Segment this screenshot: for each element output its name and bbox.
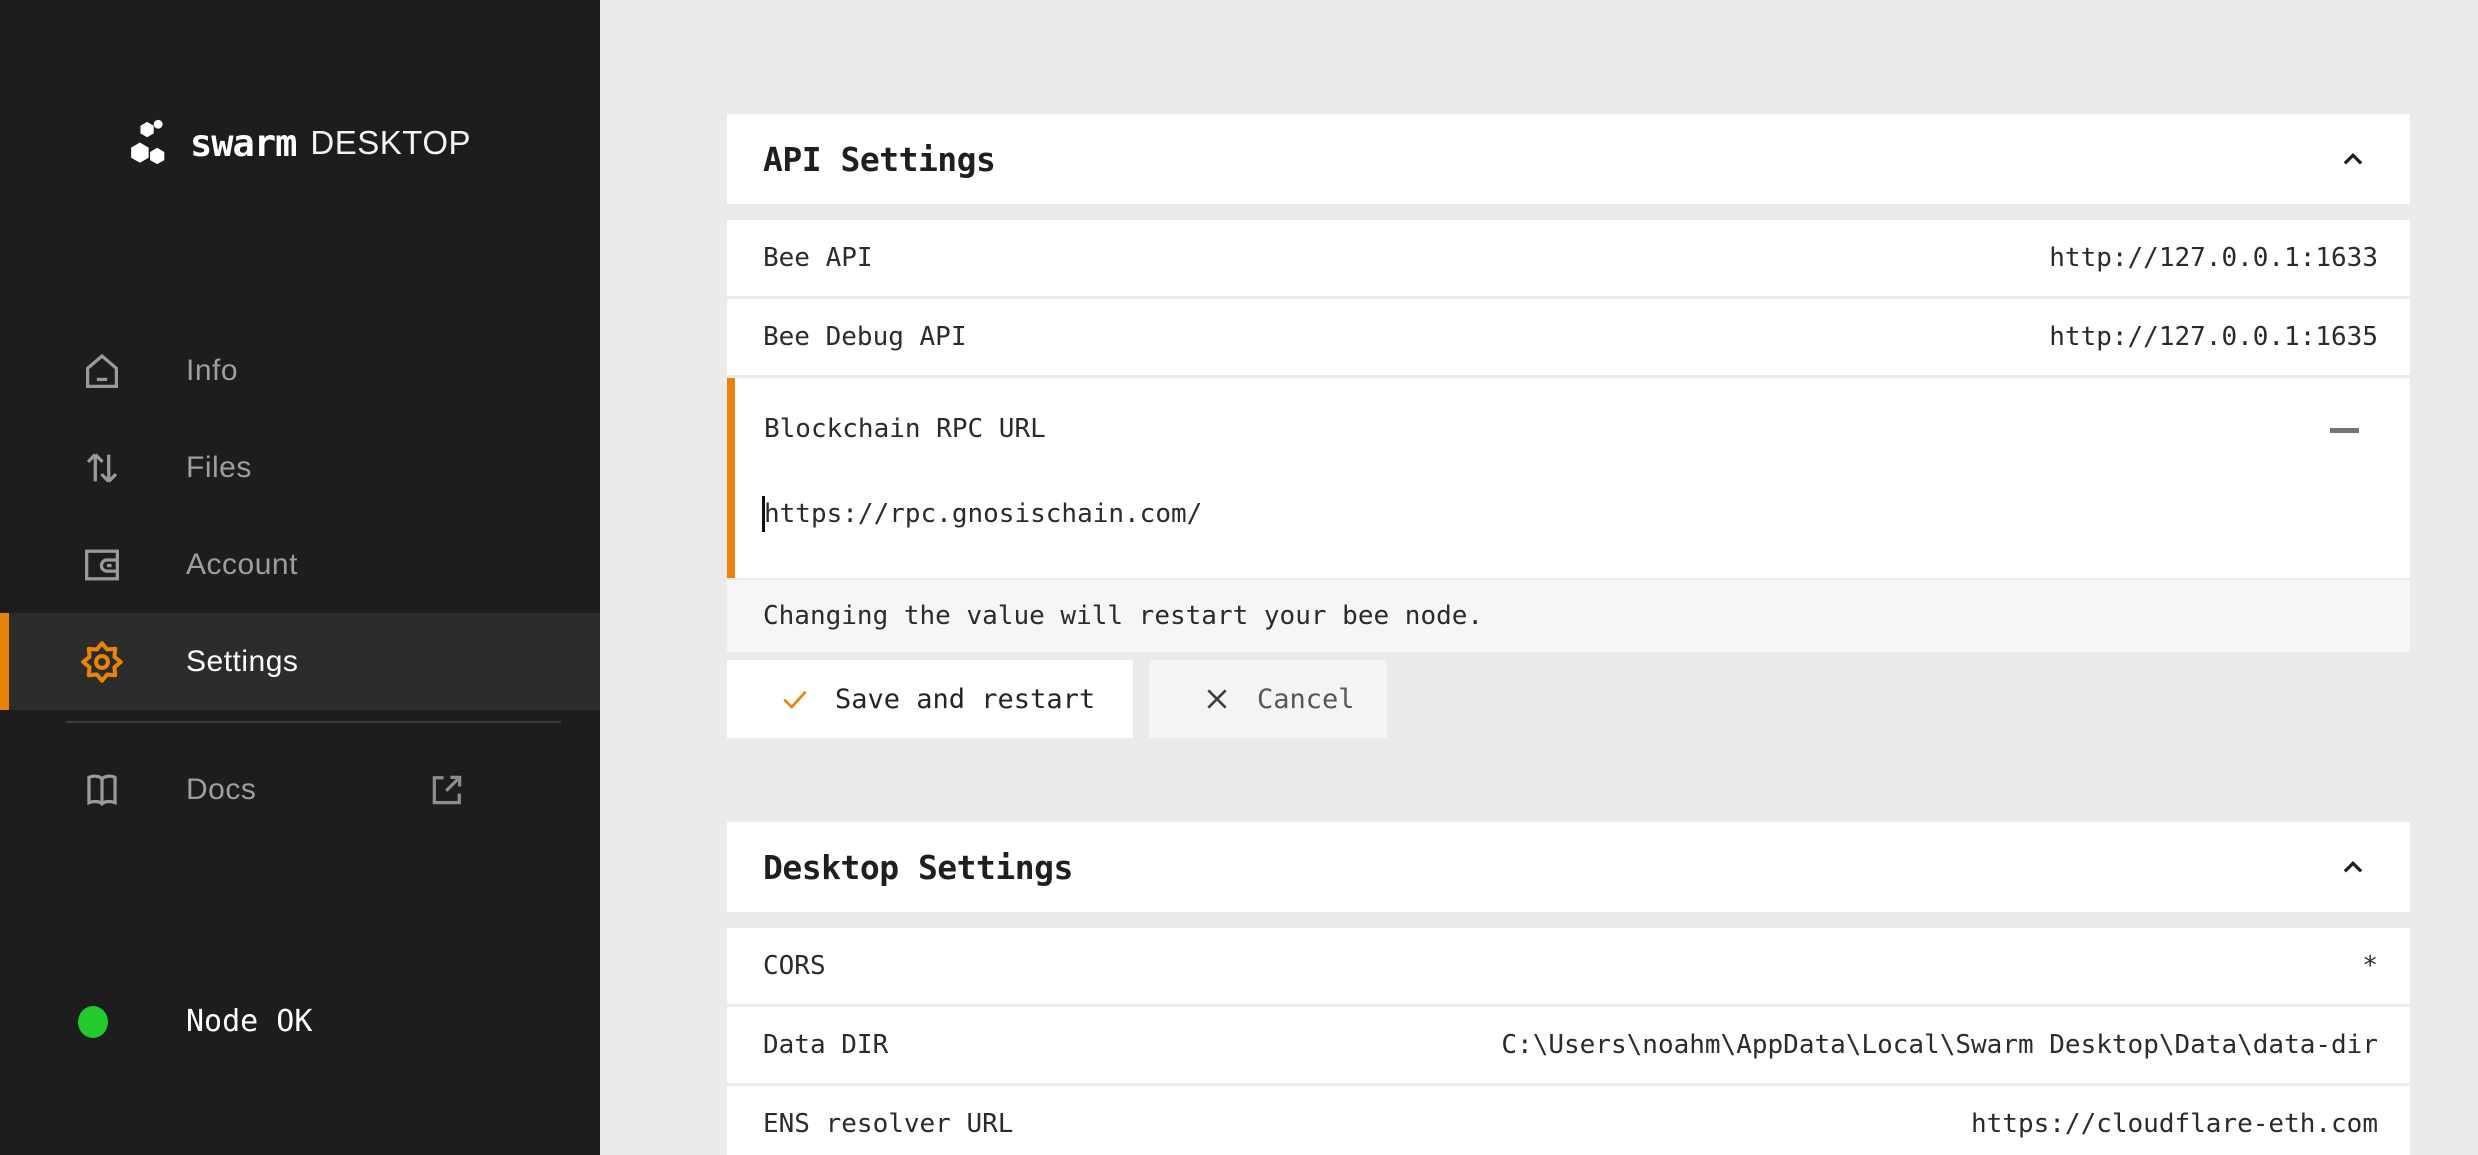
wallet-icon — [79, 542, 125, 588]
setting-label: Blockchain RPC URL — [764, 414, 1046, 444]
setting-value: http://127.0.0.1:1633 — [2049, 243, 2378, 273]
active-indicator — [0, 613, 9, 710]
status-dot-icon — [78, 1006, 108, 1038]
gear-icon — [79, 639, 125, 685]
setting-row-bee-debug-api[interactable]: Bee Debug API http://127.0.0.1:1635 — [727, 299, 2410, 375]
sidebar-item-info[interactable]: Info — [0, 322, 600, 419]
sidebar-item-label: Info — [186, 354, 238, 388]
setting-label: Bee API — [763, 243, 873, 273]
sidebar-item-label: Settings — [186, 645, 298, 679]
external-link-icon — [424, 741, 470, 838]
sidebar-item-account[interactable]: Account — [0, 516, 600, 613]
setting-label: Bee Debug API — [763, 322, 967, 352]
desktop-settings-header[interactable]: Desktop Settings — [727, 822, 2410, 912]
sidebar-nav: Info Files — [0, 322, 600, 710]
sidebar-item-docs[interactable]: Docs — [0, 741, 600, 838]
swarm-logo-icon — [126, 118, 172, 168]
sidebar-item-label: Files — [186, 451, 252, 485]
cancel-button[interactable]: Cancel — [1149, 660, 1387, 738]
collapse-row-button[interactable] — [2330, 418, 2360, 442]
chevron-up-icon[interactable] — [2338, 852, 2368, 882]
brand-name: swarm — [190, 122, 296, 165]
setting-label: CORS — [763, 951, 826, 981]
home-icon — [79, 348, 125, 394]
brand-variant: DESKTOP — [310, 124, 471, 162]
sidebar-item-files[interactable]: Files — [0, 419, 600, 516]
sidebar-divider — [66, 721, 561, 723]
sidebar-item-label: Docs — [186, 773, 256, 807]
sidebar-item-settings[interactable]: Settings — [0, 613, 600, 710]
setting-editor-blockchain-rpc-url: Blockchain RPC URL https://rpc.gnosischa… — [727, 378, 2410, 578]
setting-label: ENS resolver URL — [763, 1109, 1013, 1139]
book-icon — [79, 767, 125, 813]
section-title: Desktop Settings — [763, 848, 1073, 887]
chevron-up-icon[interactable] — [2338, 144, 2368, 174]
setting-value: * — [2362, 951, 2378, 981]
restart-notice: Changing the value will restart your bee… — [727, 580, 2410, 652]
check-icon — [779, 683, 811, 715]
api-settings-header[interactable]: API Settings — [727, 114, 2410, 204]
node-status: Node OK — [0, 973, 600, 1070]
minus-icon — [2330, 428, 2359, 433]
app-logo: swarm DESKTOP — [126, 118, 471, 168]
setting-label: Data DIR — [763, 1030, 888, 1060]
sidebar: swarm DESKTOP Info — [0, 0, 600, 1155]
transfer-arrows-icon — [79, 445, 125, 491]
setting-value: http://127.0.0.1:1635 — [2049, 322, 2378, 352]
setting-row-cors[interactable]: CORS * — [727, 928, 2410, 1004]
restart-notice-text: Changing the value will restart your bee… — [763, 601, 1483, 631]
setting-value: C:\Users\noahm\AppData\Local\Swarm Deskt… — [1501, 1030, 2378, 1060]
setting-row-data-dir[interactable]: Data DIR C:\Users\noahm\AppData\Local\Sw… — [727, 1007, 2410, 1083]
close-icon — [1201, 683, 1233, 715]
setting-value: https://cloudflare-eth.com — [1971, 1109, 2378, 1139]
swarm-desktop-app: swarm DESKTOP Info — [0, 0, 2478, 1155]
status-label: Node OK — [186, 1004, 312, 1039]
rpc-url-value: https://rpc.gnosischain.com/ — [764, 499, 1202, 529]
setting-row-bee-api[interactable]: Bee API http://127.0.0.1:1633 — [727, 220, 2410, 296]
save-and-restart-button[interactable]: Save and restart — [727, 660, 1133, 738]
rpc-url-input[interactable]: https://rpc.gnosischain.com/ — [762, 496, 1202, 532]
cancel-button-label: Cancel — [1257, 684, 1355, 715]
save-button-label: Save and restart — [835, 684, 1095, 715]
section-title: API Settings — [763, 140, 995, 179]
sidebar-item-label: Account — [186, 548, 298, 582]
settings-page: API Settings Bee API http://127.0.0.1:16… — [600, 0, 2478, 1155]
setting-row-ens-resolver-url[interactable]: ENS resolver URL https://cloudflare-eth.… — [727, 1086, 2410, 1155]
